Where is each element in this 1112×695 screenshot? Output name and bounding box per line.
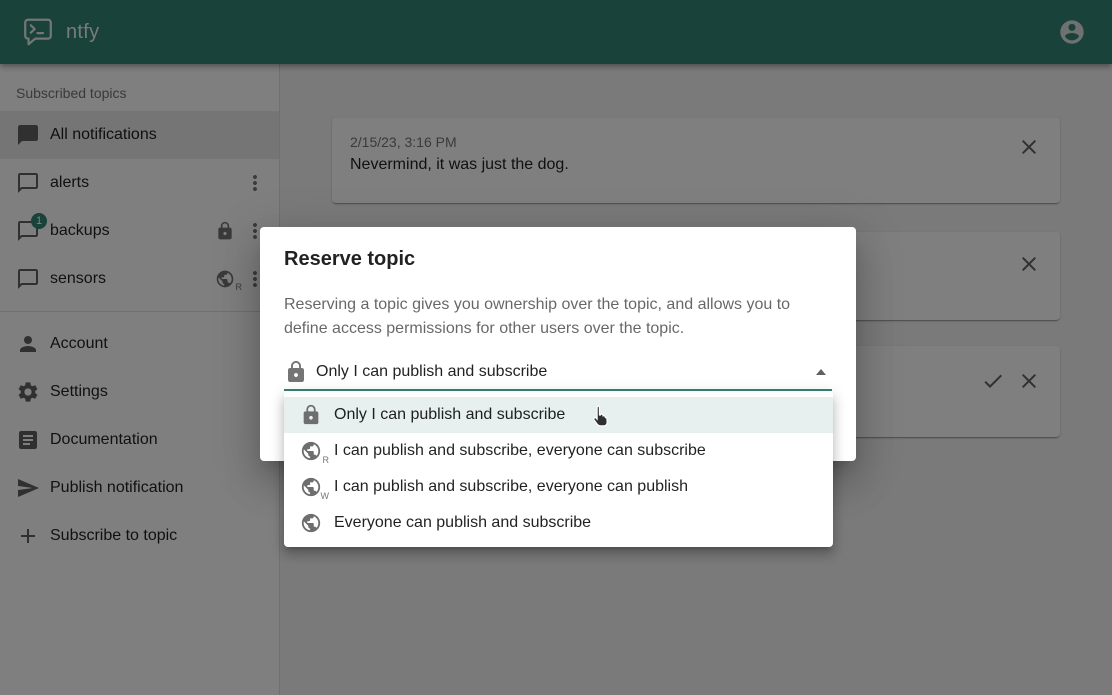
globe-write-icon: W: [300, 476, 322, 498]
globe-letter: R: [323, 455, 330, 465]
dialog-title: Reserve topic: [284, 248, 832, 271]
globe-letter: W: [321, 491, 330, 501]
menu-item-label: I can publish and subscribe, everyone ca…: [334, 478, 688, 496]
menu-item-everyone-write[interactable]: W I can publish and subscribe, everyone …: [284, 469, 833, 505]
access-select-value: Only I can publish and subscribe: [316, 363, 547, 381]
access-select[interactable]: Only I can publish and subscribe: [284, 354, 832, 391]
chevron-up-icon: [816, 369, 826, 375]
ntfy-app: ntfy Subscribed topics All notifications…: [0, 0, 1112, 695]
access-select-menu: Only I can publish and subscribe R I can…: [284, 391, 833, 547]
menu-item-everyone-read[interactable]: R I can publish and subscribe, everyone …: [284, 433, 833, 469]
menu-item-label: I can publish and subscribe, everyone ca…: [334, 442, 706, 460]
menu-item-only-me[interactable]: Only I can publish and subscribe: [284, 397, 833, 433]
menu-item-label: Only I can publish and subscribe: [334, 406, 565, 424]
dialog-description: Reserving a topic gives you ownership ov…: [284, 293, 819, 341]
lock-icon: [284, 360, 308, 384]
menu-item-label: Everyone can publish and subscribe: [334, 514, 591, 532]
lock-icon: [300, 404, 322, 426]
globe-read-icon: R: [300, 440, 322, 462]
menu-item-everyone-read-write[interactable]: Everyone can publish and subscribe: [284, 505, 833, 541]
globe-icon: [300, 512, 322, 534]
